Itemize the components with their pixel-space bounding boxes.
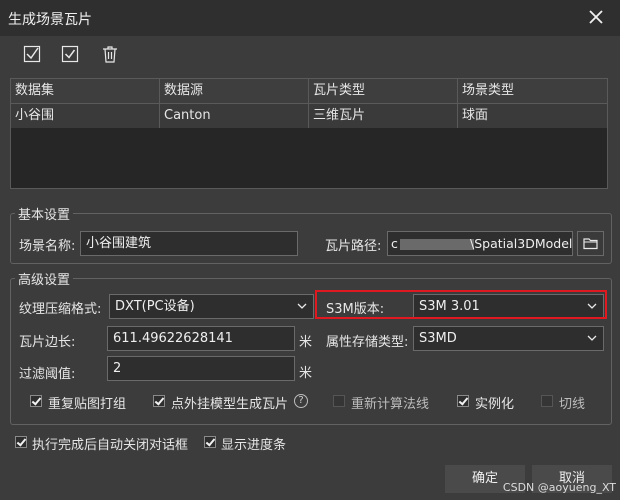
s3m-version-select[interactable]: S3M 3.01 <box>413 294 604 319</box>
scene-tile-dialog: 生成场景瓦片 数据集 数据源 瓦片类型 场景类型 小谷围 Canton 三维瓦片… <box>0 0 620 500</box>
auto-close-label: 执行完成后自动关闭对话框 <box>32 438 189 453</box>
grid-header: 数据集 数据源 瓦片类型 场景类型 <box>11 79 607 103</box>
cell-datasource[interactable]: Canton <box>160 104 309 128</box>
filter-threshold-input[interactable]: 2 <box>107 356 295 381</box>
show-progress-checkbox[interactable] <box>204 436 216 448</box>
tile-side-unit: 米 <box>299 335 313 350</box>
tile-path-suffix: \Spatial3DModel <box>470 236 573 251</box>
cell-tile-type[interactable]: 三维瓦片 <box>309 104 458 128</box>
scene-name-input[interactable]: 小谷围建筑 <box>80 231 298 256</box>
tangent-label: 切线 <box>559 397 586 412</box>
recompute-normals-label: 重新计算法线 <box>351 397 430 412</box>
scene-name-label: 场景名称: <box>19 239 76 254</box>
tile-side-length-input[interactable]: 611.49622628141 <box>107 326 295 351</box>
column-header-scene-type[interactable]: 场景类型 <box>458 79 607 103</box>
invert-selection-icon[interactable] <box>60 44 82 66</box>
help-icon[interactable]: ? <box>294 394 308 408</box>
attribute-storage-value: S3MD <box>419 331 457 346</box>
tile-path-input[interactable]: c \Spatial3DModel <box>387 231 573 256</box>
show-progress-label: 显示进度条 <box>221 438 287 453</box>
trash-icon[interactable] <box>100 44 122 66</box>
attribute-storage-select[interactable]: S3MD <box>413 326 604 351</box>
repeat-texture-group-checkbox[interactable] <box>30 395 42 407</box>
point-model-tiles-label: 点外挂模型生成瓦片 <box>171 397 289 412</box>
texture-compression-value: DXT(PC设备) <box>115 299 195 314</box>
recompute-normals-checkbox[interactable] <box>333 395 345 407</box>
close-icon[interactable] <box>586 7 606 27</box>
tile-side-length-label: 瓦片边长: <box>19 335 76 350</box>
dialog-title: 生成场景瓦片 <box>8 12 92 28</box>
auto-close-checkbox[interactable] <box>15 436 27 448</box>
s3m-version-value: S3M 3.01 <box>419 299 480 314</box>
attribute-storage-label: 属性存储类型: <box>326 335 409 350</box>
tile-data-grid[interactable]: 数据集 数据源 瓦片类型 场景类型 小谷围 Canton 三维瓦片 球面 <box>10 78 608 189</box>
column-header-tile-type[interactable]: 瓦片类型 <box>309 79 458 103</box>
table-row[interactable]: 小谷围 Canton 三维瓦片 球面 <box>11 103 607 128</box>
filter-threshold-unit: 米 <box>299 366 313 381</box>
point-model-tiles-checkbox[interactable] <box>153 395 165 407</box>
cell-dataset[interactable]: 小谷围 <box>11 104 160 128</box>
title-bar: 生成场景瓦片 <box>0 0 620 36</box>
filter-threshold-label: 过滤阈值: <box>19 367 76 382</box>
watermark-text: CSDN @aoyueng_XT <box>502 481 616 494</box>
browse-folder-button[interactable] <box>577 231 604 256</box>
redacted-path <box>400 239 474 250</box>
column-header-datasource[interactable]: 数据源 <box>160 79 309 103</box>
chevron-down-icon <box>587 303 597 309</box>
chevron-down-icon <box>587 335 597 341</box>
basic-settings-legend: 基本设置 <box>18 208 71 223</box>
cell-scene-type[interactable]: 球面 <box>458 104 607 128</box>
tangent-checkbox[interactable] <box>541 395 553 407</box>
s3m-version-label: S3M版本: <box>326 302 385 317</box>
tile-path-prefix: c <box>391 236 398 251</box>
advanced-settings-legend: 高级设置 <box>18 273 71 288</box>
texture-compression-select[interactable]: DXT(PC设备) <box>109 294 314 319</box>
column-header-dataset[interactable]: 数据集 <box>11 79 160 103</box>
folder-icon <box>583 238 598 250</box>
select-all-icon[interactable] <box>22 44 44 66</box>
instancing-label: 实例化 <box>475 397 515 412</box>
repeat-texture-group-label: 重复贴图打组 <box>48 397 127 412</box>
chevron-down-icon <box>297 303 307 309</box>
tile-path-label: 瓦片路径: <box>325 239 382 254</box>
texture-compression-label: 纹理压缩格式: <box>19 302 102 317</box>
instancing-checkbox[interactable] <box>457 395 469 407</box>
